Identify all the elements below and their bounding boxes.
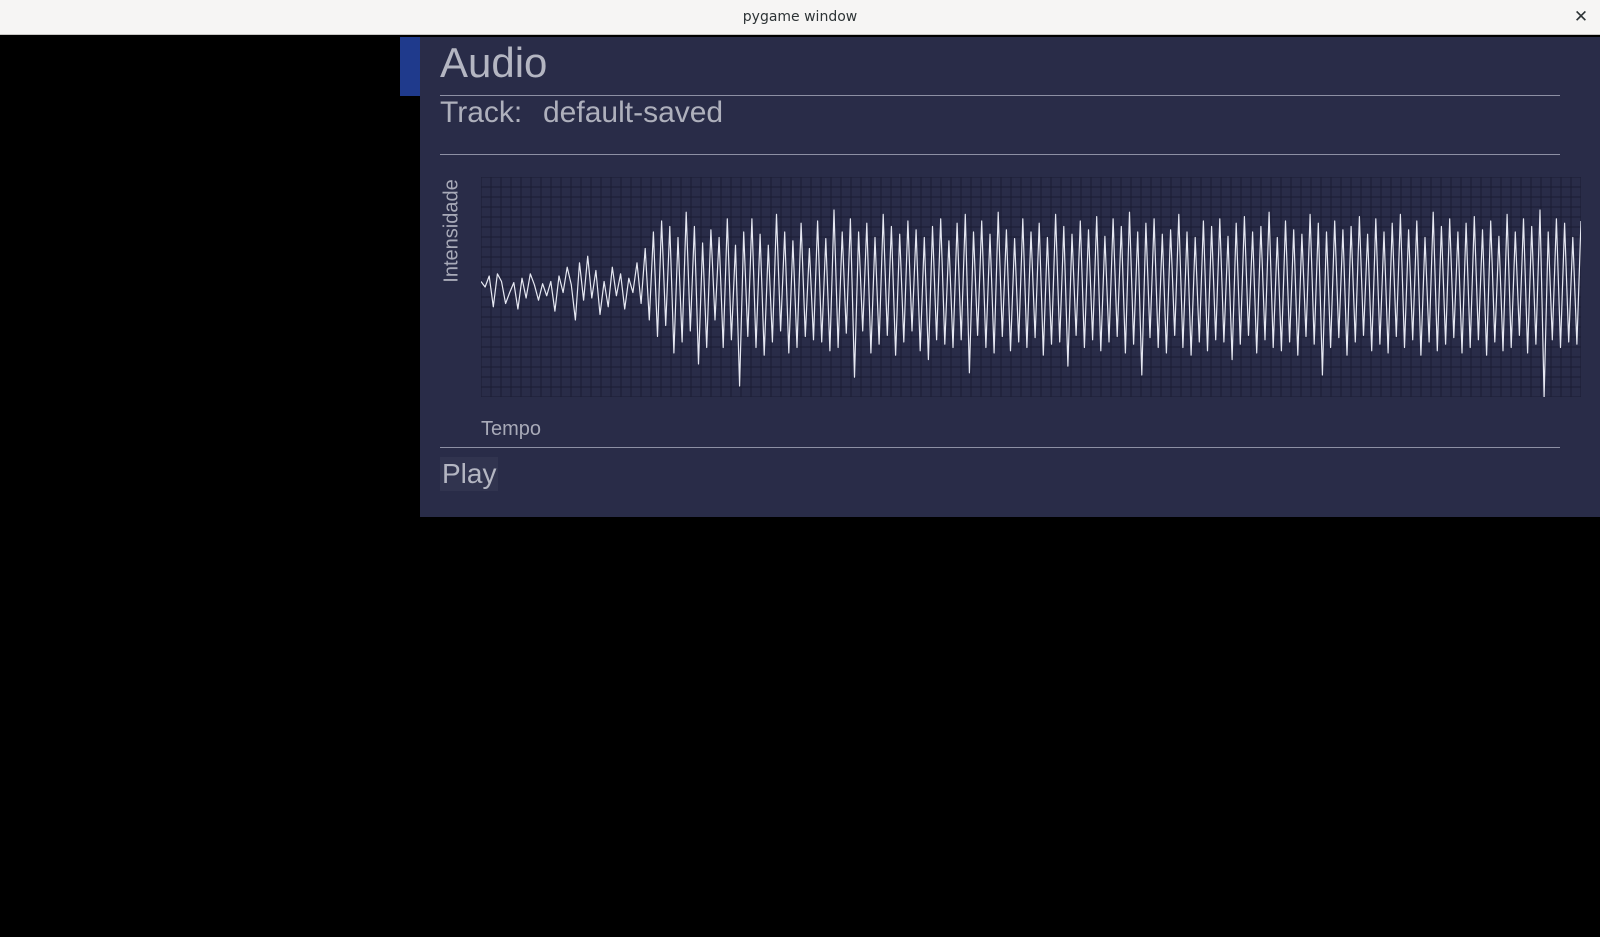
audio-panel: Audio Track: default-saved Intensidade T… xyxy=(420,37,1600,517)
y-axis-label-text: Intensidade xyxy=(440,179,463,283)
play-button[interactable]: Play xyxy=(440,457,499,491)
track-value: default-saved xyxy=(543,96,724,129)
y-axis-label: Intensidade xyxy=(422,171,482,291)
chart-grid xyxy=(481,177,1581,397)
panel-accent-tab xyxy=(400,37,420,96)
waveform-chart xyxy=(481,177,1581,397)
close-icon[interactable]: ✕ xyxy=(1570,6,1592,28)
divider xyxy=(440,447,1560,448)
divider xyxy=(440,154,1560,155)
window-title: pygame window xyxy=(742,9,858,25)
x-axis-label: Tempo xyxy=(481,418,542,440)
window-titlebar: pygame window ✕ xyxy=(0,0,1600,35)
panel-heading: Audio xyxy=(440,39,548,86)
track-label: Track: xyxy=(440,96,523,129)
